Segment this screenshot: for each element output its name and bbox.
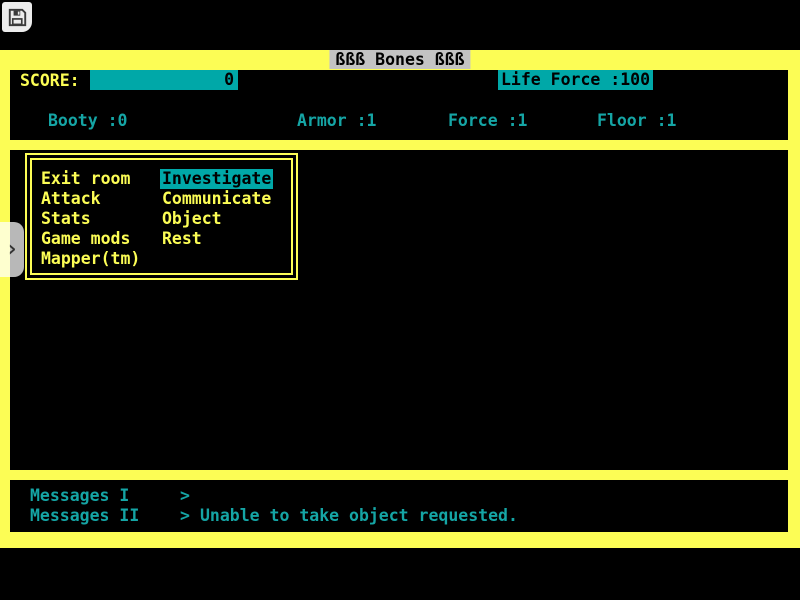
stat-force: Force :1	[448, 111, 527, 131]
message-row-1-label: Messages I	[30, 486, 129, 506]
stat-booty: Booty :0	[48, 111, 127, 131]
menu-item-stats[interactable]: Stats	[41, 209, 140, 229]
menu-item-exit-room[interactable]: Exit room	[41, 169, 140, 189]
message-row-2-text: Unable to take object requested.	[200, 506, 518, 526]
action-menu: Exit room Attack Stats Game mods Mapper(…	[25, 153, 298, 280]
menu-item-attack[interactable]: Attack	[41, 189, 140, 209]
chevron-right-icon: ›	[5, 239, 18, 261]
screen: { "toolbar": { "save_icon": "floppy-disk…	[0, 0, 800, 600]
score-label: SCORE:	[20, 71, 80, 91]
message-row-2-label: Messages II	[30, 506, 139, 526]
messages-panel: Messages I > Messages II > Unable to tak…	[10, 480, 788, 532]
sidebar-expand-handle[interactable]: ›	[0, 222, 24, 277]
message-row-1: Messages I >	[30, 486, 770, 506]
message-row-2-prompt: >	[180, 506, 190, 526]
game-window: ßßß Bones ßßß SCORE: 0 Life Force :100 B…	[0, 50, 800, 548]
status-panel: SCORE: 0 Life Force :100 Booty :0 Armor …	[10, 70, 788, 140]
main-panel: Exit room Attack Stats Game mods Mapper(…	[10, 150, 788, 470]
menu-column-right: Investigate Communicate Object Rest	[162, 169, 273, 249]
floppy-disk-icon	[8, 8, 27, 27]
page-title: ßßß Bones ßßß	[329, 50, 470, 69]
message-row-2: Messages II > Unable to take object requ…	[30, 506, 770, 526]
message-row-1-prompt: >	[180, 486, 190, 506]
menu-item-object[interactable]: Object	[162, 209, 273, 229]
score-bar: 0	[90, 70, 238, 90]
stat-armor: Armor :1	[297, 111, 376, 131]
menu-item-communicate[interactable]: Communicate	[162, 189, 273, 209]
menu-item-game-mods[interactable]: Game mods	[41, 229, 140, 249]
stat-floor: Floor :1	[597, 111, 676, 131]
save-button[interactable]	[2, 2, 32, 32]
action-menu-border: Exit room Attack Stats Game mods Mapper(…	[30, 158, 293, 275]
menu-column-left: Exit room Attack Stats Game mods Mapper(…	[41, 169, 140, 269]
menu-item-investigate[interactable]: Investigate	[160, 169, 273, 189]
life-force-badge: Life Force :100	[498, 70, 653, 90]
menu-item-rest[interactable]: Rest	[162, 229, 273, 249]
menu-item-mapper[interactable]: Mapper(tm)	[41, 249, 140, 269]
